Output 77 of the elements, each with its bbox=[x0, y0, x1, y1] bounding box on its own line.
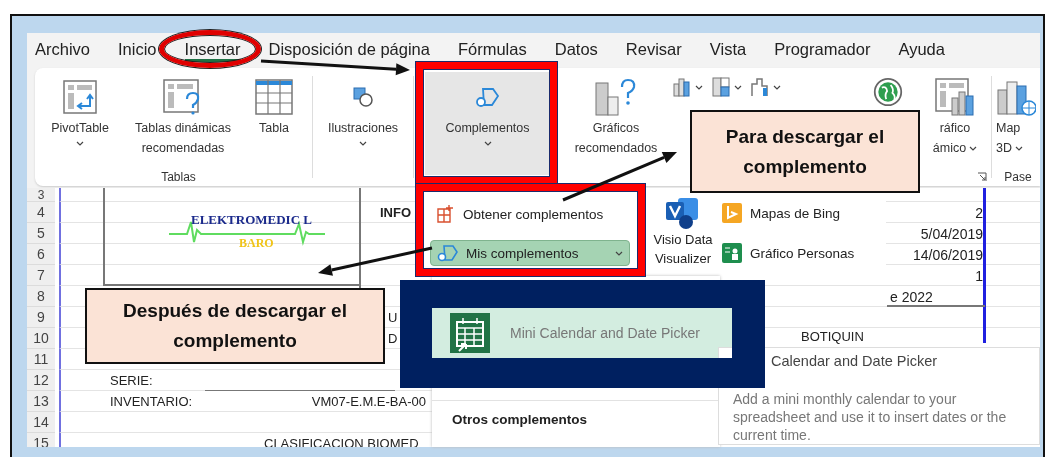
addin-item[interactable]: Mapas de Bing bbox=[722, 203, 841, 223]
group-label: Pase bbox=[1004, 170, 1032, 184]
table-cell: U bbox=[388, 310, 398, 325]
row-number: 3 bbox=[27, 188, 55, 202]
table-cell: 14/06/2019 bbox=[912, 247, 983, 263]
ribbon-tab[interactable]: Programador bbox=[774, 38, 871, 62]
table-cell: e 2022 bbox=[890, 289, 933, 305]
ribbon-tab[interactable]: Revisar bbox=[625, 38, 682, 62]
row-number: 4 bbox=[27, 202, 55, 223]
table-button[interactable]: Tabla bbox=[251, 76, 297, 168]
pivot-chart-button[interactable]: ráfico ámico bbox=[922, 76, 988, 168]
globe-icon bbox=[873, 77, 903, 107]
addin-item[interactable]: Mini Calendar and Date Picker bbox=[432, 308, 732, 358]
row-number: 14 bbox=[27, 412, 55, 433]
row-number: 9 bbox=[27, 307, 55, 328]
table-cell: 5/04/2019 bbox=[920, 226, 983, 242]
addin-name: Visualizer bbox=[654, 250, 712, 268]
row-number: 5 bbox=[27, 223, 55, 244]
table-cell: BOTIQUIN bbox=[801, 329, 864, 344]
row-number: 7 bbox=[27, 265, 55, 286]
ribbon-tab[interactable]: Disposición de página bbox=[268, 38, 430, 62]
pivot-chart-icon bbox=[935, 78, 975, 116]
map-chart-icon bbox=[996, 78, 1036, 116]
shapes-outline-icon bbox=[474, 85, 501, 109]
table-cell: 2 bbox=[975, 205, 983, 221]
recommended-charts-button[interactable]: Gráficos recomendados bbox=[566, 76, 666, 168]
addin-name: Visio Data bbox=[653, 231, 713, 249]
pivot-table-button[interactable]: PivotTable bbox=[45, 76, 115, 168]
group-label: Tablas bbox=[161, 170, 196, 184]
ribbon-tab[interactable]: Insertar bbox=[184, 38, 241, 62]
table-cell: 1 bbox=[975, 268, 983, 284]
row-number: 6 bbox=[27, 244, 55, 265]
recommended-pivot-button[interactable]: Tablas dinámicas recomendadas bbox=[123, 76, 243, 168]
people-chart-icon bbox=[722, 243, 742, 263]
row-number: 8 bbox=[27, 286, 55, 307]
section-heading: Otros complementos bbox=[452, 412, 588, 427]
table-cell: D bbox=[388, 331, 398, 346]
addins-button[interactable]: Complementos bbox=[425, 72, 550, 175]
bar-chart-question-icon bbox=[594, 77, 638, 117]
3d-map-button[interactable]: Map 3D bbox=[996, 76, 1040, 168]
table-icon bbox=[255, 79, 293, 115]
table-cell: SERIE: bbox=[110, 373, 153, 388]
logo-text: ELEKTROMEDIC L bbox=[191, 212, 312, 228]
row-number: 10 bbox=[27, 328, 55, 349]
addin-item[interactable]: Gráfico Personas bbox=[722, 243, 855, 263]
ribbon-tab[interactable]: Datos bbox=[554, 38, 598, 62]
chart-type-button[interactable] bbox=[711, 76, 742, 98]
ribbon-tab[interactable]: Fórmulas bbox=[457, 38, 527, 62]
tooltip-title: Calendar and Date Picker bbox=[771, 353, 938, 369]
ribbon-tab[interactable]: Ayuda bbox=[898, 38, 945, 62]
ribbon-tab[interactable]: Vista bbox=[709, 38, 747, 62]
pivot-table-icon bbox=[63, 80, 97, 114]
row-number: 12 bbox=[27, 370, 55, 391]
chart-type-button[interactable] bbox=[672, 76, 703, 98]
calendar-icon bbox=[450, 313, 490, 353]
logo-text: BARO bbox=[239, 236, 274, 251]
ribbon-tab[interactable]: Archivo bbox=[35, 38, 91, 62]
menu-item[interactable]: Mis complementos bbox=[430, 240, 630, 266]
b-logo-icon bbox=[722, 203, 742, 223]
column-chart-icon bbox=[672, 76, 692, 98]
table-cell: INVENTARIO: bbox=[110, 394, 193, 409]
tooltip-text: Add a mini monthly calendar to your spreadsheet and use it to insert dates or the current time. bbox=[733, 390, 1008, 444]
shapes-outline-icon bbox=[437, 243, 459, 263]
row-number: 13 bbox=[27, 391, 55, 412]
row-number: 11 bbox=[27, 349, 55, 370]
treemap-chart-icon bbox=[711, 76, 731, 98]
table-cell: INFO bbox=[380, 205, 412, 220]
shapes-icon bbox=[351, 85, 375, 109]
grid-plus-icon bbox=[436, 204, 456, 224]
ribbon-tab[interactable]: Inicio bbox=[118, 38, 157, 62]
illustrations-button[interactable]: Ilustraciones bbox=[317, 76, 409, 168]
waterfall-chart-icon bbox=[750, 76, 770, 98]
callout-tooltip: Después de descargar el complemento bbox=[85, 288, 385, 364]
callout-tooltip: Para descargar el complemento bbox=[690, 110, 920, 193]
table-cell: VM07-E.M.E-BA-00 bbox=[311, 394, 426, 409]
menu-item[interactable]: Obtener complementos bbox=[430, 202, 610, 226]
chart-type-button[interactable] bbox=[750, 76, 781, 98]
